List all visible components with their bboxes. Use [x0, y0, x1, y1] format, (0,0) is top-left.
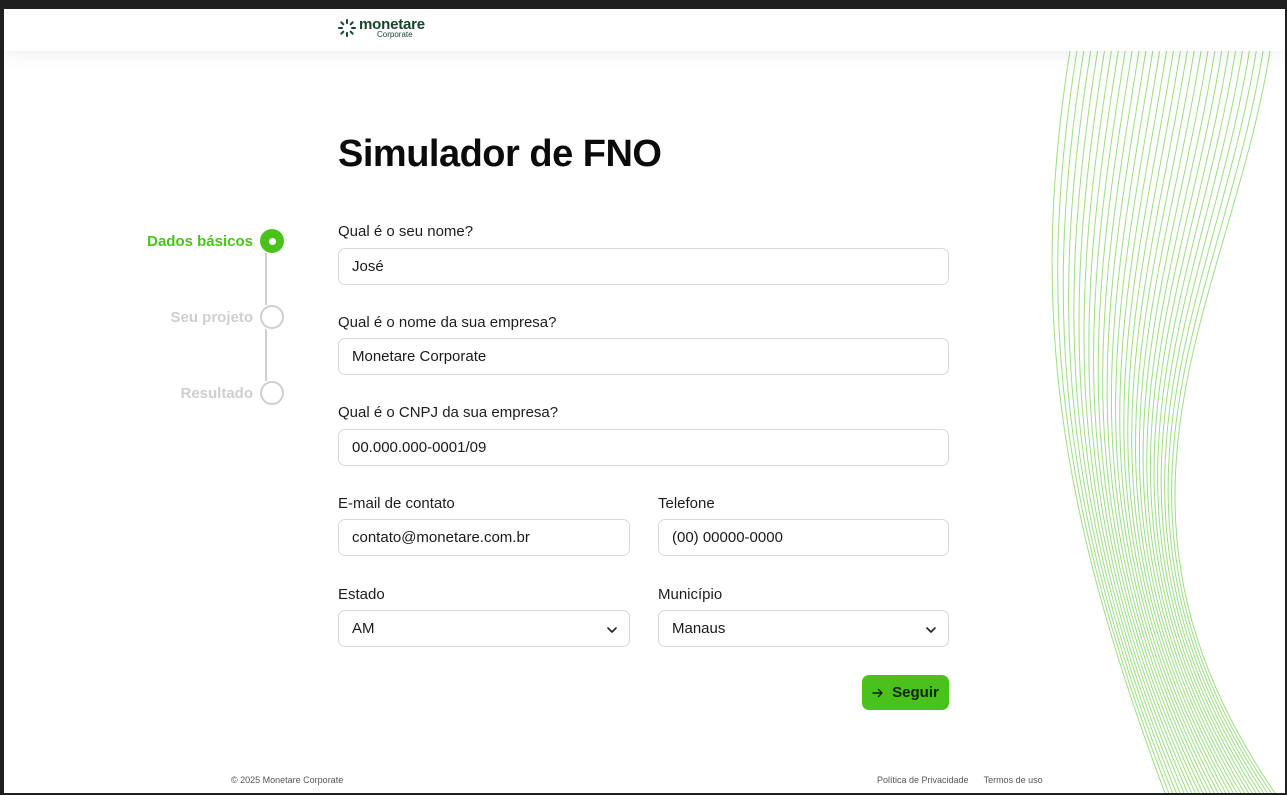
- decor-line: [1153, 51, 1253, 793]
- seguir-button[interactable]: Seguir: [862, 675, 949, 710]
- decor-line: [1174, 51, 1276, 793]
- step-label: Seu projeto: [170, 308, 253, 326]
- step-resultado[interactable]: Resultado: [180, 381, 284, 405]
- logo[interactable]: monetare Corporate: [337, 17, 425, 43]
- municipio-value: Manaus: [672, 620, 726, 637]
- step-label: Resultado: [180, 384, 253, 402]
- empresa-label: Qual é o nome da sua empresa?: [338, 314, 557, 331]
- seguir-label: Seguir: [892, 684, 939, 701]
- stepper-line: [265, 253, 267, 305]
- step-active-icon: [260, 229, 284, 253]
- cnpj-value: 00.000.000-0001/09: [352, 439, 487, 456]
- decor-line: [1146, 51, 1246, 793]
- email-label: E-mail de contato: [338, 495, 455, 512]
- nome-input[interactable]: José: [338, 248, 949, 285]
- chevron-down-icon: [607, 627, 617, 633]
- nome-label: Qual é o seu nome?: [338, 223, 474, 240]
- empresa-input[interactable]: Monetare Corporate: [338, 338, 949, 375]
- cnpj-label: Qual é o CNPJ da sua empresa?: [338, 404, 559, 421]
- municipio-select[interactable]: Manaus: [658, 610, 949, 647]
- telefone-label: Telefone: [658, 495, 715, 512]
- telefone-input[interactable]: (00) 00000-0000: [658, 519, 949, 556]
- email-value: contato@monetare.com.br: [352, 529, 530, 546]
- footer-copyright: © 2025 Monetare Corporate: [231, 775, 344, 785]
- page-frame: monetare Corporate Simulador de FNO Dado…: [4, 9, 1285, 793]
- step-dados-basicos[interactable]: Dados básicos: [147, 229, 284, 253]
- estado-select[interactable]: AM: [338, 610, 630, 647]
- decorative-lines: [1051, 51, 1276, 793]
- telefone-value: (00) 00000-0000: [672, 529, 783, 546]
- footer-links: Política de Privacidade Termos de uso: [877, 775, 1043, 785]
- cnpj-input[interactable]: 00.000.000-0001/09: [338, 429, 949, 466]
- empresa-value: Monetare Corporate: [352, 348, 487, 365]
- step-label: Dados básicos: [147, 232, 253, 250]
- nome-value: José: [352, 258, 384, 275]
- step-seu-projeto[interactable]: Seu projeto: [170, 305, 284, 329]
- terms-link[interactable]: Termos de uso: [984, 775, 1043, 785]
- step-pending-icon: [260, 381, 284, 405]
- page-title: Simulador de FNO: [338, 133, 662, 175]
- privacy-link[interactable]: Política de Privacidade: [877, 775, 969, 785]
- stepper-line: [265, 329, 267, 381]
- chevron-down-icon: [926, 627, 936, 633]
- sparkle-logo-icon: [338, 19, 356, 37]
- estado-label: Estado: [338, 586, 385, 603]
- email-input[interactable]: contato@monetare.com.br: [338, 519, 630, 556]
- logo-subtitle: Corporate: [377, 30, 413, 39]
- top-bar: monetare Corporate: [4, 9, 1285, 51]
- municipio-label: Município: [658, 586, 723, 603]
- estado-value: AM: [352, 620, 375, 637]
- progress-stepper: Dados básicos Seu projeto Resultado: [124, 219, 284, 419]
- decor-line: [1164, 51, 1265, 793]
- decor-line: [1097, 51, 1200, 793]
- step-pending-icon: [260, 305, 284, 329]
- arrow-right-icon: [872, 688, 883, 697]
